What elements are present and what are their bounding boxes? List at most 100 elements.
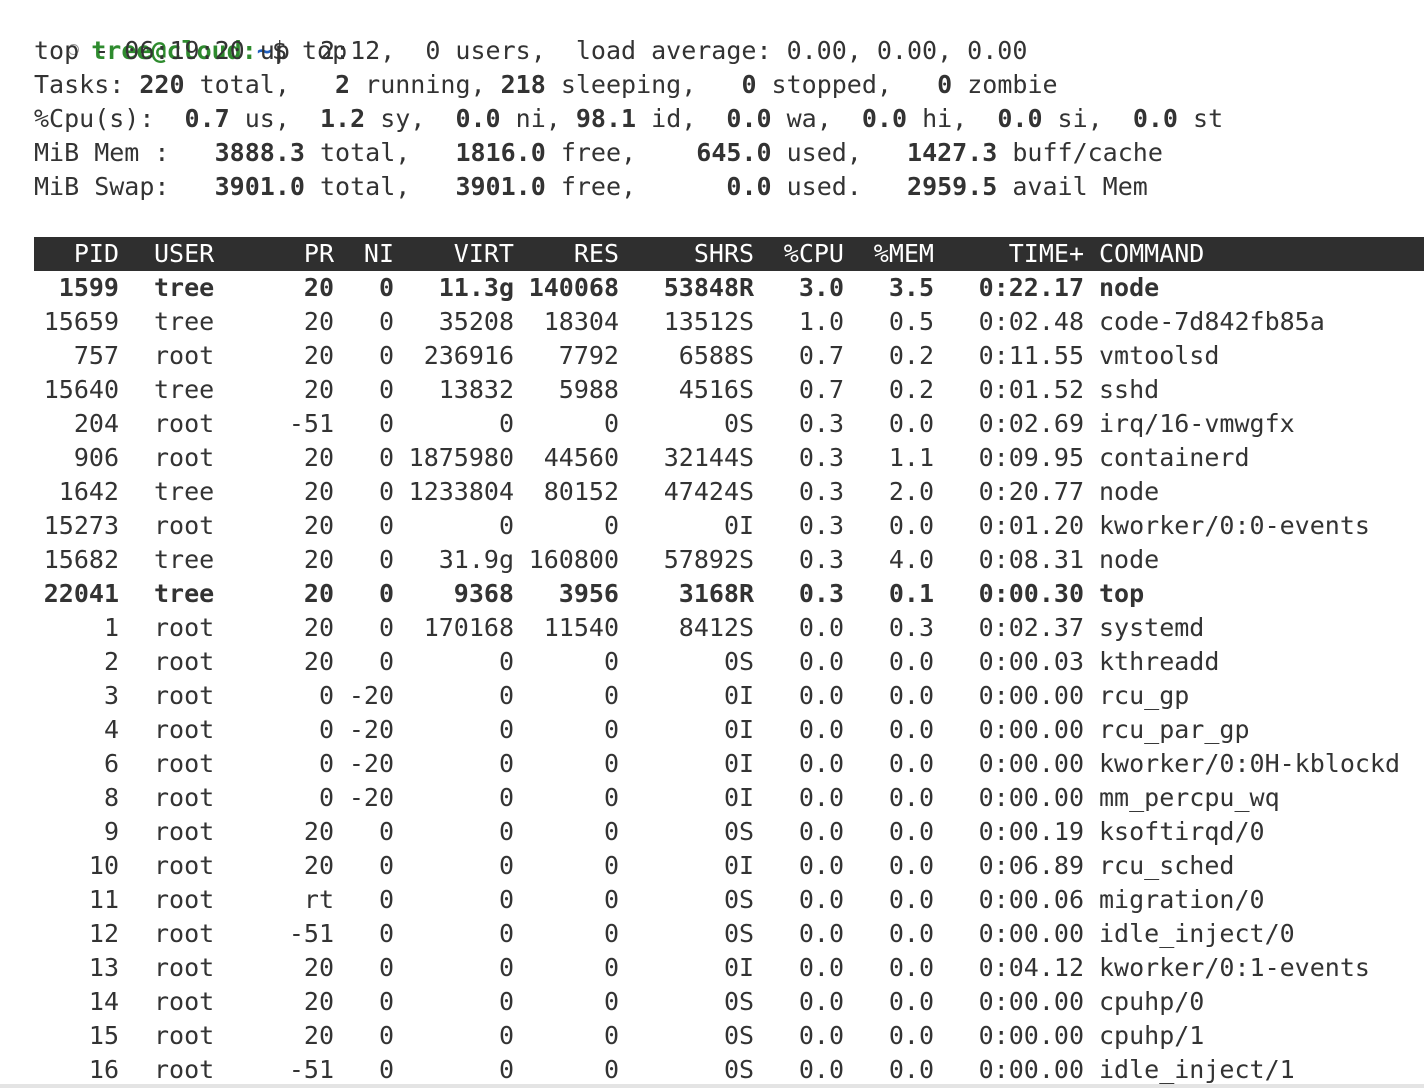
process-row: 1 root 20 0 170168 11540 8412 S 0.0 0.3 0:02.37 sys… bbox=[34, 611, 1424, 645]
process-cpu: 0.3 bbox=[798, 579, 844, 608]
process-cpu: 0.0 bbox=[798, 613, 844, 642]
summary-value: 0.0 bbox=[997, 104, 1043, 133]
process-shr: 0 bbox=[723, 749, 739, 778]
process-nice: 0 bbox=[378, 1055, 394, 1084]
summary-text: MiB Mem : bbox=[34, 138, 215, 167]
process-row: 4 root 0 -20 0 0 0 I 0.0 0.0 0:00.00 rcu_par_gp bbox=[34, 713, 1424, 747]
summary-value: 0 bbox=[741, 70, 757, 99]
process-nice: 0 bbox=[378, 817, 394, 846]
process-res: 0 bbox=[603, 919, 619, 948]
process-nice: 0 bbox=[378, 307, 394, 336]
process-priority: 20 bbox=[303, 307, 334, 336]
process-command: kworker/0:0-events bbox=[1099, 511, 1370, 540]
process-priority: 20 bbox=[303, 511, 334, 540]
process-user: root bbox=[154, 749, 215, 778]
process-nice: 0 bbox=[378, 613, 394, 642]
summary-value: 3901.0 bbox=[214, 172, 305, 201]
process-user: root bbox=[154, 851, 215, 880]
summary-text: %Cpu(s): bbox=[34, 104, 185, 133]
process-time: 0:22.17 bbox=[978, 273, 1084, 302]
process-row: 13 root 20 0 0 0 0 I 0.0 0.0 0:04.12 kworker/0:1-ev… bbox=[34, 951, 1424, 985]
process-res: 0 bbox=[603, 749, 619, 778]
process-cpu: 0.0 bbox=[798, 681, 844, 710]
process-virt: 0 bbox=[498, 885, 514, 914]
process-state: S bbox=[739, 545, 755, 574]
process-nice: 0 bbox=[378, 341, 394, 370]
summary-text: buff/cache bbox=[997, 138, 1163, 167]
process-row: 15640 tree 20 0 13832 5988 4516 S 0.7 0.2 0:01.52 s… bbox=[34, 373, 1424, 407]
process-state: S bbox=[739, 1021, 755, 1050]
summary-text: free, bbox=[545, 138, 697, 167]
process-nice: -20 bbox=[348, 783, 394, 812]
process-row: 1599 tree 20 0 11.3g 140068 53848 R 3.0 3.5 0:22.1… bbox=[34, 271, 1424, 305]
process-time: 0:02.69 bbox=[978, 409, 1084, 438]
process-virt: 0 bbox=[498, 919, 514, 948]
process-cpu: 0.0 bbox=[798, 885, 844, 914]
process-command: node bbox=[1099, 273, 1160, 302]
process-user: root bbox=[154, 341, 215, 370]
process-pid: 15640 bbox=[43, 375, 119, 404]
process-user: tree bbox=[154, 307, 215, 336]
process-nice: 0 bbox=[378, 1021, 394, 1050]
process-state: S bbox=[739, 647, 755, 676]
summary-value: 1816.0 bbox=[455, 138, 546, 167]
process-mem: 0.0 bbox=[888, 987, 934, 1016]
summary-text: wa, bbox=[771, 104, 862, 133]
process-nice: 0 bbox=[378, 579, 394, 608]
process-res: 0 bbox=[603, 783, 619, 812]
process-shr: 0 bbox=[723, 953, 739, 982]
process-user: root bbox=[154, 681, 215, 710]
process-mem: 3.5 bbox=[888, 273, 934, 302]
process-command: cpuhp/0 bbox=[1099, 987, 1205, 1016]
process-cpu: 0.0 bbox=[798, 783, 844, 812]
process-time: 0:00.03 bbox=[978, 647, 1084, 676]
process-cpu: 1.0 bbox=[798, 307, 844, 336]
process-time: 0:02.48 bbox=[978, 307, 1084, 336]
process-row: 12 root -51 0 0 0 0 S 0.0 0.0 0:00.00 idle_inject/0 bbox=[34, 917, 1424, 951]
process-res: 140068 bbox=[528, 273, 619, 302]
summary-tasks: Tasks: 220 total, 2 running, 218 sleepin… bbox=[34, 68, 1058, 102]
process-user: tree bbox=[154, 375, 215, 404]
process-pid: 15273 bbox=[43, 511, 119, 540]
summary-value: 3901.0 bbox=[455, 172, 546, 201]
process-virt: 1233804 bbox=[408, 477, 514, 506]
process-priority: 0 bbox=[318, 715, 334, 744]
process-virt: 9368 bbox=[453, 579, 514, 608]
process-res: 18304 bbox=[543, 307, 619, 336]
process-shr: 0 bbox=[723, 647, 739, 676]
process-shr: 0 bbox=[723, 885, 739, 914]
process-pid: 1 bbox=[103, 613, 119, 642]
process-nice: 0 bbox=[378, 885, 394, 914]
process-virt: 31.9g bbox=[438, 545, 514, 574]
process-time: 0:00.00 bbox=[978, 1055, 1084, 1084]
process-pid: 13 bbox=[88, 953, 119, 982]
process-mem: 0.0 bbox=[888, 409, 934, 438]
process-command: irq/16-vmwgfx bbox=[1099, 409, 1295, 438]
process-user: tree bbox=[154, 273, 215, 302]
process-res: 0 bbox=[603, 681, 619, 710]
process-mem: 0.5 bbox=[888, 307, 934, 336]
process-shr: 13512 bbox=[663, 307, 739, 336]
process-priority: 20 bbox=[303, 579, 334, 608]
process-pid: 204 bbox=[73, 409, 119, 438]
process-user: root bbox=[154, 953, 215, 982]
process-pid: 14 bbox=[88, 987, 119, 1016]
process-cpu: 0.0 bbox=[798, 647, 844, 676]
process-pid: 15 bbox=[88, 1021, 119, 1050]
process-command: kworker/0:1-events bbox=[1099, 953, 1370, 982]
process-priority: -51 bbox=[288, 919, 334, 948]
process-user: root bbox=[154, 987, 215, 1016]
column-header-state: S bbox=[739, 239, 755, 268]
process-time: 0:00.06 bbox=[978, 885, 1084, 914]
process-shr: 0 bbox=[723, 851, 739, 880]
process-priority: 20 bbox=[303, 1021, 334, 1050]
summary-text: si, bbox=[1042, 104, 1133, 133]
summary-text: sleeping, bbox=[545, 70, 742, 99]
process-row: 906 root 20 0 1875980 44560 32144 S 0.3 1.1 0:09.9… bbox=[34, 441, 1424, 475]
process-nice: -20 bbox=[348, 749, 394, 778]
process-nice: 0 bbox=[378, 443, 394, 472]
terminal-window[interactable]: tree@cloud:~$ top top - 06:19:20 up 2:12… bbox=[0, 0, 1424, 1088]
process-table-header: PID USER PR NI VIRT RES SHR S %CPU %MEM TIME+ COMMA… bbox=[34, 237, 1424, 271]
process-cpu: 0.7 bbox=[798, 375, 844, 404]
process-cpu: 0.3 bbox=[798, 511, 844, 540]
